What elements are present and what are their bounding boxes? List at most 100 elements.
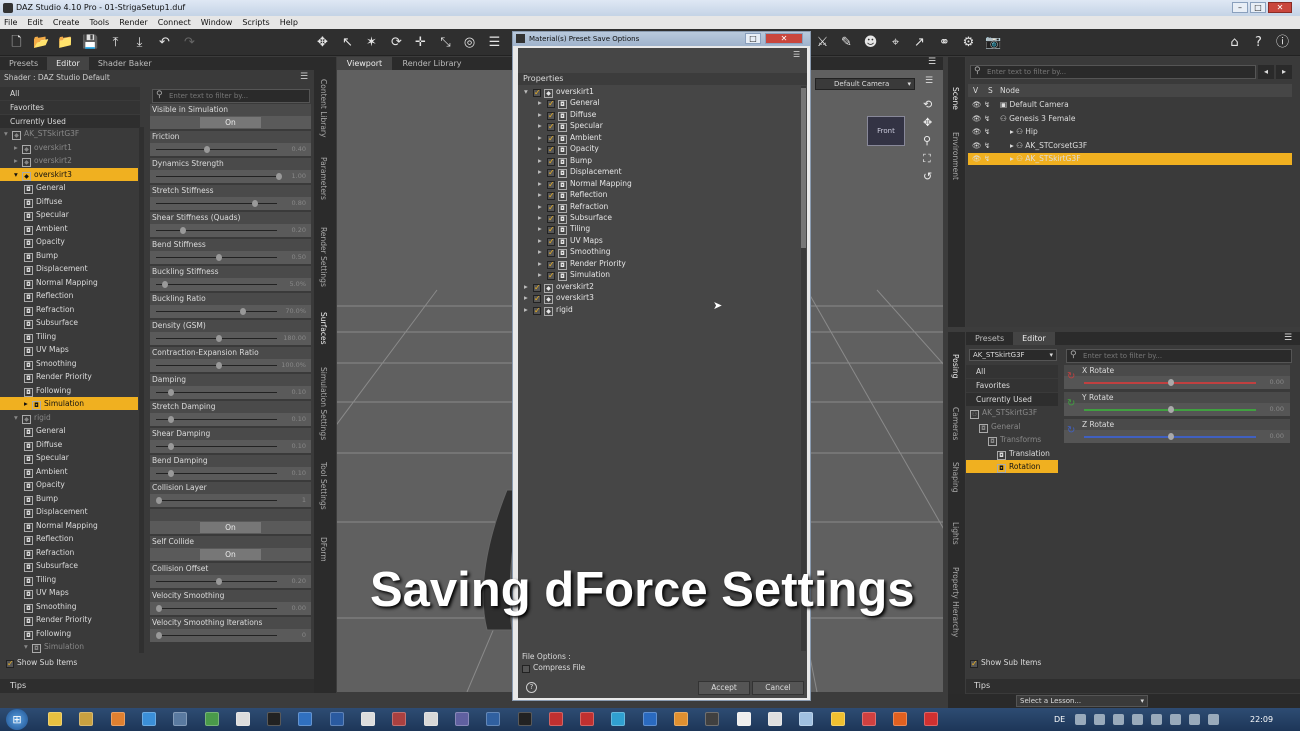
preset-checkbox[interactable]: ✓ bbox=[547, 237, 555, 246]
bone-select-icon[interactable]: ↯ bbox=[984, 140, 990, 152]
eye-icon[interactable]: 👁 bbox=[972, 140, 982, 152]
vtab-tool-settings[interactable]: Tool Settings bbox=[319, 462, 328, 510]
tray-app-icon[interactable] bbox=[1189, 714, 1200, 725]
slider-knob[interactable] bbox=[168, 443, 174, 450]
preset-checkbox[interactable]: ✓ bbox=[547, 146, 555, 155]
zoom-icon[interactable]: ⚲ bbox=[923, 134, 931, 147]
category-favorites[interactable]: Favorites bbox=[0, 101, 140, 114]
reset-view-icon[interactable]: ↺ bbox=[923, 170, 932, 183]
export-icon[interactable]: ⤓ bbox=[131, 34, 148, 51]
tips-bar[interactable]: Tips bbox=[0, 679, 314, 693]
slider-knob[interactable] bbox=[240, 308, 246, 315]
preset-item-simulation[interactable]: ▸ ✓ ◘ Simulation bbox=[538, 269, 610, 282]
posing-category-all[interactable]: All bbox=[966, 365, 1058, 378]
posing-property-value[interactable]: 0.00 bbox=[1270, 432, 1284, 440]
eye-icon[interactable]: 👁 bbox=[972, 153, 982, 165]
menu-connect[interactable]: Connect bbox=[158, 16, 191, 29]
help-icon[interactable]: ⓘ bbox=[1274, 34, 1291, 51]
posing-show-sub-checkbox[interactable]: ✓ bbox=[970, 660, 978, 668]
slider-knob[interactable] bbox=[1168, 406, 1174, 413]
scene-node-default-camera[interactable]: 👁 ↯ ▣ Default Camera bbox=[968, 99, 1292, 111]
toggle-button[interactable]: On bbox=[200, 522, 261, 533]
tray-app-icon[interactable] bbox=[1151, 714, 1162, 725]
property-value[interactable]: 1 bbox=[302, 496, 306, 504]
posing-tree-transforms[interactable]: ◘ Transforms bbox=[966, 433, 1058, 446]
expand-arrow-icon[interactable]: ▸ bbox=[538, 269, 547, 280]
surface-selection-icon[interactable]: ⚔ bbox=[814, 34, 831, 51]
vtab-lights[interactable]: Lights bbox=[951, 522, 960, 545]
network-icon[interactable] bbox=[1094, 714, 1105, 725]
taskbar-app-icon[interactable] bbox=[486, 712, 501, 726]
translate-tool-icon[interactable]: ✛ bbox=[412, 34, 429, 51]
bone-select-icon[interactable]: ↯ bbox=[984, 153, 990, 165]
tree-item-subsurface[interactable]: ◘ Subsurface bbox=[0, 559, 138, 572]
slider-knob[interactable] bbox=[252, 200, 258, 207]
property-slider[interactable]: 70.0% bbox=[150, 305, 311, 318]
property-slider[interactable]: On bbox=[150, 548, 311, 561]
joint-editor-icon[interactable]: ◎ bbox=[461, 34, 478, 51]
slider-knob[interactable] bbox=[168, 470, 174, 477]
preset-item-rigid[interactable]: ▸ ✓ ◆ rigid bbox=[524, 304, 573, 316]
posing-tab-editor[interactable]: Editor bbox=[1013, 332, 1055, 345]
preset-item-ambient[interactable]: ▸ ✓ ◘ Ambient bbox=[538, 132, 602, 144]
tray-app-icon[interactable] bbox=[1132, 714, 1143, 725]
property-slider[interactable]: 1.00 bbox=[150, 170, 311, 183]
tree-item-displacement[interactable]: ◘ Displacement bbox=[0, 262, 138, 275]
posing-show-sub-items[interactable]: ✓ Show Sub Items bbox=[970, 658, 1041, 668]
tree-item-diffuse[interactable]: ◘ Diffuse bbox=[0, 195, 138, 208]
tray-up-icon[interactable] bbox=[1075, 714, 1086, 725]
tool-menu-icon[interactable]: ☰ bbox=[486, 34, 503, 51]
close-button[interactable]: ✕ bbox=[1268, 2, 1292, 13]
preset-checkbox[interactable]: ✓ bbox=[533, 89, 541, 97]
menu-tools[interactable]: Tools bbox=[89, 16, 109, 29]
vtab-parameters[interactable]: Parameters bbox=[319, 157, 328, 200]
open-folder-icon[interactable]: 📂 bbox=[33, 34, 50, 51]
preset-item-overskirt1[interactable]: ▾ ✓ ◆ overskirt1 bbox=[524, 86, 594, 98]
taskbar-app-icon[interactable] bbox=[705, 712, 720, 726]
property-slider[interactable]: On bbox=[150, 521, 311, 534]
merge-folder-icon[interactable]: 📁 bbox=[57, 34, 74, 51]
start-button[interactable]: ⊞ bbox=[6, 709, 28, 730]
dialog-help-button[interactable]: ? bbox=[526, 682, 537, 693]
slider-knob[interactable] bbox=[204, 146, 210, 153]
property-slider[interactable]: On bbox=[150, 116, 311, 129]
posing-slider[interactable]: 0.00 bbox=[1064, 376, 1290, 389]
vtab-shaping[interactable]: Shaping bbox=[951, 462, 960, 492]
property-slider[interactable]: 0.50 bbox=[150, 251, 311, 264]
eye-icon[interactable]: 👁 bbox=[972, 126, 982, 138]
tree-item-ambient[interactable]: ◘ Ambient bbox=[0, 222, 138, 235]
taskbar-app-icon[interactable] bbox=[141, 712, 156, 726]
clock[interactable]: 22:09 bbox=[1250, 715, 1273, 724]
expand-arrow-icon[interactable]: ▸ bbox=[538, 155, 547, 166]
property-value[interactable]: 1.00 bbox=[292, 172, 306, 180]
slider-knob[interactable] bbox=[216, 254, 222, 261]
left-menu-icon[interactable]: ☰ bbox=[300, 72, 308, 82]
taskbar-app-icon[interactable] bbox=[79, 712, 94, 726]
taskbar-app-icon[interactable] bbox=[893, 712, 908, 726]
tree-item-render-priority[interactable]: ◘ Render Priority bbox=[0, 613, 138, 626]
property-value[interactable]: 0.10 bbox=[292, 415, 306, 423]
vtab-scene[interactable]: Scene bbox=[951, 87, 960, 110]
new-file-icon[interactable]: 🗋 bbox=[8, 34, 25, 51]
property-value[interactable]: 0.10 bbox=[292, 469, 306, 477]
taskbar-app-icon[interactable] bbox=[235, 712, 250, 726]
spot-render-icon[interactable]: ⌖ bbox=[887, 34, 904, 51]
toggle-button[interactable]: On bbox=[200, 549, 261, 560]
tree-item-opacity[interactable]: ◘ Opacity bbox=[0, 235, 138, 248]
preset-item-refraction[interactable]: ▸ ✓ ◘ Refraction bbox=[538, 201, 608, 213]
tree-item-smoothing[interactable]: ◘ Smoothing bbox=[0, 600, 138, 613]
rotate-dial-icon[interactable]: ↻ bbox=[1067, 425, 1075, 436]
posing-tree-rotation[interactable]: ◘ Rotation bbox=[966, 460, 1058, 473]
tab-editor[interactable]: Editor bbox=[47, 57, 89, 70]
tray-app-icon[interactable] bbox=[1208, 714, 1219, 725]
preset-item-tiling[interactable]: ▸ ✓ ◘ Tiling bbox=[538, 223, 590, 236]
property-value[interactable]: 0.40 bbox=[292, 145, 306, 153]
property-slider[interactable]: 0.80 bbox=[150, 197, 311, 210]
vtab-render-settings[interactable]: Render Settings bbox=[319, 227, 328, 287]
preset-checkbox[interactable]: ✓ bbox=[547, 134, 555, 143]
dialog-maximize-button[interactable]: □ bbox=[745, 33, 761, 44]
tree-item-diffuse[interactable]: ◘ Diffuse bbox=[0, 438, 138, 451]
preset-checkbox[interactable]: ✓ bbox=[547, 272, 555, 281]
universal-tool-icon[interactable]: ✥ bbox=[314, 34, 331, 51]
tab-shader-baker[interactable]: Shader Baker bbox=[89, 57, 161, 70]
